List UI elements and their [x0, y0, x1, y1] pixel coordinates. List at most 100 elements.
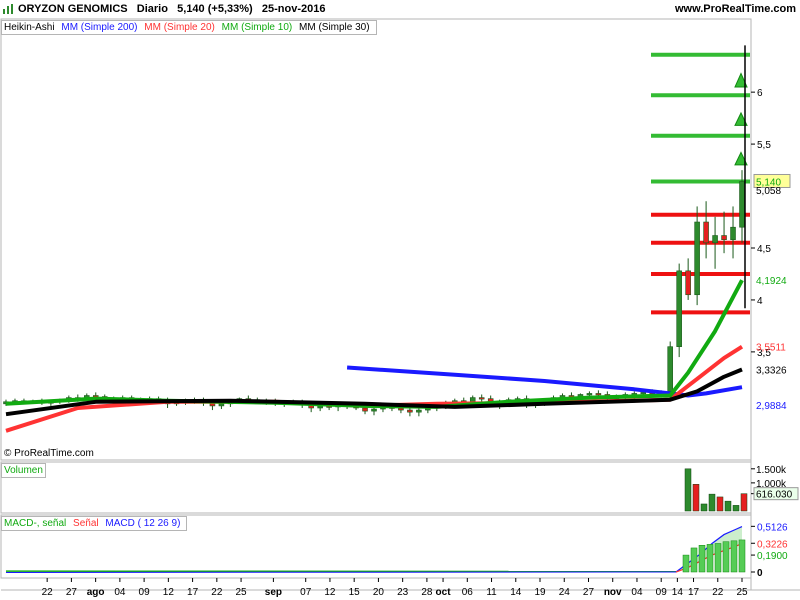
time-tick-label: 09	[656, 587, 668, 598]
symbol-name: ORYZON GENOMICS	[18, 3, 128, 15]
price-tick-label: 4	[757, 296, 763, 307]
volume-bar	[708, 493, 716, 512]
time-tick-label: 11	[486, 587, 497, 598]
panel-frame	[0, 461, 752, 514]
time-tick-label: 12	[163, 587, 175, 598]
volume-bar	[716, 496, 724, 512]
time-tick-label: 20	[373, 587, 385, 598]
candle-body	[694, 221, 700, 296]
time-tick-label: 17	[688, 587, 700, 598]
macd-histogram-bar	[682, 554, 690, 573]
copyright: © ProRealTime.com	[4, 448, 94, 459]
candle-body	[676, 270, 682, 347]
candle-body	[739, 181, 745, 228]
time-tick-label: 07	[300, 587, 312, 598]
time-tick-label: 04	[114, 587, 126, 598]
price-label: 5,058	[756, 186, 781, 197]
time-tick-label: 27	[583, 587, 595, 598]
candle-body	[640, 392, 647, 395]
macd-histogram-bar	[706, 544, 714, 573]
volume-bar	[740, 493, 748, 512]
chart-canvas: 65,54,543,55,1405,0584,19243,55113,33262…	[0, 18, 800, 598]
candle-body	[721, 235, 727, 240]
macd-tick-label: 0,1900	[757, 551, 788, 562]
volume-bar	[692, 484, 700, 512]
time-tick-label: 22	[712, 587, 724, 598]
macd-tick-label: 0	[757, 568, 763, 579]
time-tick-label: 22	[42, 587, 54, 598]
macd-tick-label: 0,3226	[757, 539, 788, 550]
macd-histogram-bar	[722, 541, 730, 573]
price-legend[interactable]: Heikin-Ashi MM (Simple 200) MM (Simple 2…	[1, 20, 377, 35]
time-tick-label: 25	[236, 587, 248, 598]
candle-body	[730, 226, 736, 240]
volume-legend[interactable]: Volumen	[1, 463, 46, 478]
price-label: 2,9884	[756, 401, 787, 412]
macd-histogram-bar	[738, 539, 746, 573]
panel-frame	[0, 18, 752, 461]
time-tick-label: 22	[211, 587, 223, 598]
candle-body	[478, 397, 485, 400]
price-label: 3,5511	[756, 343, 786, 354]
price-tick-label: 4,5	[757, 244, 771, 255]
time-tick-label: 17	[187, 587, 199, 598]
candle-body	[703, 221, 709, 244]
candle-body	[595, 393, 602, 396]
bar-chart-icon	[3, 4, 13, 14]
volume-tick-label: 1.500k	[756, 465, 787, 476]
chart-header: ORYZON GENOMICS Diario 5,140 (+5,33%) 25…	[18, 3, 325, 15]
time-tick-label: 27	[66, 587, 78, 598]
volume-bar	[700, 503, 708, 512]
candle-body	[712, 235, 718, 244]
candle-body	[371, 408, 377, 412]
volume-bar	[724, 500, 732, 512]
price-tick-label: 6	[757, 88, 763, 99]
macd-legend[interactable]: MACD-, señal Señal MACD ( 12 26 9)	[1, 516, 188, 531]
volume-bar	[732, 505, 740, 512]
price-tick-label: 5,5	[757, 140, 771, 151]
time-tick-label: 15	[349, 587, 361, 598]
candle-body	[685, 270, 691, 296]
site-link[interactable]: www.ProRealTime.com	[675, 3, 796, 15]
time-tick-label: sep	[265, 587, 282, 598]
macd-tick-label: 0,5126	[757, 522, 788, 533]
legend-mm200[interactable]: MM (Simple 200)	[61, 22, 137, 33]
price-label: 4,1924	[756, 276, 787, 287]
legend-mm30[interactable]: MM (Simple 30)	[299, 22, 370, 33]
chart-window: 6 5,5 4,5 4 3,5 5,140 5,058 4,1924 3,5511 3,3326 2…	[0, 0, 800, 600]
candle-body	[586, 393, 593, 396]
legend-macd[interactable]: MACD ( 12 26 9)	[105, 518, 180, 529]
time-tick-label: 25	[736, 587, 748, 598]
time-tick-label: 14	[672, 587, 684, 598]
price-change: (+5,33%)	[207, 3, 253, 15]
legend-mm20[interactable]: MM (Simple 20)	[144, 22, 215, 33]
legend-heikin[interactable]: Heikin-Ashi	[4, 22, 55, 33]
last-price: 5,140	[177, 3, 205, 15]
time-tick-label: ago	[87, 587, 105, 598]
time-tick-label: nov	[604, 587, 622, 598]
volume-bar	[684, 468, 692, 512]
macd-histogram-bar	[730, 540, 738, 573]
legend-mm10[interactable]: MM (Simple 10)	[222, 22, 293, 33]
candle-body	[218, 403, 225, 407]
chart-date: 25-nov-2016	[261, 3, 326, 15]
macd-histogram-bar	[690, 547, 698, 573]
time-tick-label: 06	[462, 587, 474, 598]
time-tick-label: 04	[631, 587, 643, 598]
time-tick-label: 14	[510, 587, 522, 598]
candle-body	[667, 346, 673, 392]
time-tick-label: 23	[397, 587, 409, 598]
legend-signal[interactable]: Señal	[73, 518, 99, 529]
period-label: Diario	[136, 3, 168, 15]
candle-body	[469, 397, 476, 403]
time-tick-label: 19	[534, 587, 546, 598]
macd-histogram-bar	[714, 543, 722, 573]
time-tick-label: 24	[559, 587, 571, 598]
price-label: 3,3326	[756, 365, 787, 376]
time-tick-label: oct	[436, 587, 452, 598]
volume-tick-label: 616.030	[756, 490, 793, 501]
legend-macd-signal[interactable]: MACD-, señal	[4, 518, 66, 529]
macd-histogram-bar	[698, 545, 706, 573]
candle-body	[416, 409, 422, 413]
candle-body	[362, 407, 368, 412]
